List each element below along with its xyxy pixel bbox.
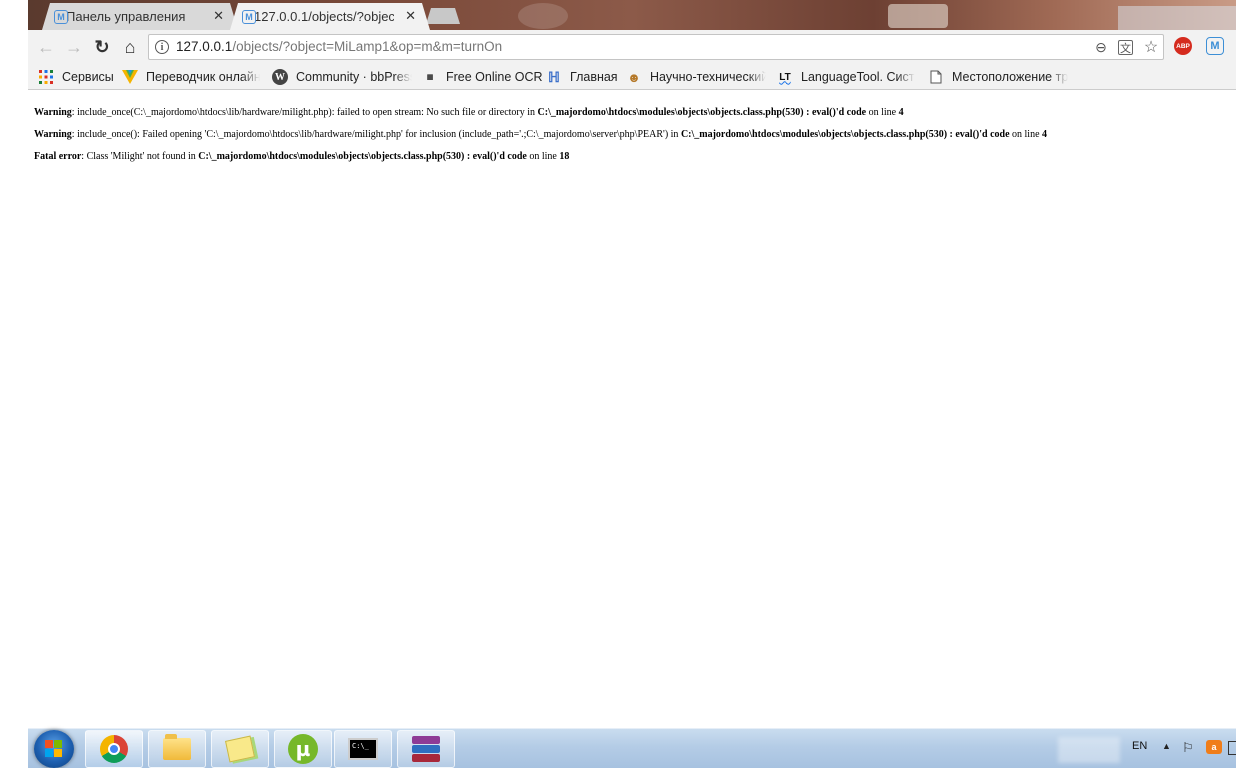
sticky-notes-icon bbox=[224, 735, 256, 763]
tab-label: 127.0.0.1/objects/?object=MiLamp1&op=m&m… bbox=[254, 9, 394, 24]
background-decoration bbox=[888, 4, 948, 28]
forward-arrow-icon[interactable]: → bbox=[64, 37, 84, 57]
error-path: C:\_majordomo\htdocs\modules\objects\obj… bbox=[198, 151, 527, 162]
background-decoration bbox=[518, 3, 568, 29]
php-fatal-error: Fatal error: Class 'Milight' not found i… bbox=[34, 151, 569, 162]
error-text: : Class 'Milight' not found in bbox=[81, 151, 199, 162]
taskbar-sticky-notes[interactable] bbox=[211, 730, 269, 768]
error-line: 18 bbox=[559, 151, 570, 162]
bookmark-label: Главная bbox=[570, 70, 618, 84]
browser-toolbar: ← → ↻ ⌂ i 127.0.0.1/objects/?object=MiLa… bbox=[28, 30, 1236, 64]
translate-icon[interactable]: 文 bbox=[1118, 40, 1133, 55]
error-path: C:\_majordomo\htdocs\modules\objects\obj… bbox=[680, 129, 1010, 140]
taskbar-cmd[interactable]: C:\_ bbox=[334, 730, 392, 768]
error-label: Warning bbox=[34, 129, 72, 140]
error-suffix: on line bbox=[866, 107, 899, 118]
taskbar-chrome[interactable] bbox=[85, 730, 143, 768]
error-line: 4 bbox=[898, 107, 904, 118]
home-icon[interactable]: ⌂ bbox=[120, 37, 140, 57]
bookmark-translator[interactable]: Переводчик онлайн bbox=[122, 68, 260, 86]
majordomo-favicon-icon: M bbox=[242, 10, 256, 24]
tab-strip: M Панель управления ✕ M 127.0.0.1/object… bbox=[28, 0, 1236, 30]
background-decoration bbox=[1118, 6, 1236, 30]
language-indicator[interactable]: EN bbox=[1132, 740, 1147, 752]
error-path: C:\_majordomo\htdocs\modules\objects\obj… bbox=[537, 107, 867, 118]
utorrent-icon: µ bbox=[288, 734, 318, 764]
bookmarks-bar: Сервисы Переводчик онлайн W Community · … bbox=[28, 64, 1236, 90]
bookmark-star-icon[interactable]: ☆ bbox=[1143, 39, 1159, 56]
text-fade bbox=[242, 68, 260, 86]
new-tab-button[interactable] bbox=[426, 8, 460, 24]
explorer-icon bbox=[163, 734, 191, 760]
adblock-plus-icon[interactable]: ABP bbox=[1174, 37, 1192, 55]
bookmark-label: Free Online OCR bbox=[446, 70, 543, 84]
error-suffix: on line bbox=[526, 151, 560, 162]
text-fade bbox=[394, 68, 412, 86]
text-fade bbox=[897, 68, 915, 86]
show-hidden-icons-arrow-icon[interactable]: ▲ bbox=[1162, 741, 1171, 751]
ocr-icon: ▦ bbox=[426, 73, 434, 81]
error-line: 4 bbox=[1042, 129, 1048, 140]
reload-icon[interactable]: ↻ bbox=[92, 37, 112, 57]
tray-hidden-area bbox=[1058, 737, 1120, 763]
bookmark-location[interactable]: Местоположение тр bbox=[928, 68, 1068, 86]
taskbar-winrar[interactable] bbox=[397, 730, 455, 768]
back-arrow-icon[interactable]: ← bbox=[36, 37, 56, 57]
bookmark-languagetool[interactable]: LT LanguageTool. Систе bbox=[777, 68, 915, 86]
desktop-edge bbox=[0, 0, 28, 768]
bookmark-scientific[interactable]: ☻ Научно-технический bbox=[626, 68, 766, 86]
error-text: : include_once(): Failed opening 'C:\_ma… bbox=[71, 129, 681, 140]
start-button[interactable] bbox=[34, 730, 74, 768]
error-suffix: on line bbox=[1009, 129, 1043, 140]
taskbar-explorer[interactable] bbox=[148, 730, 206, 768]
apps-icon bbox=[38, 69, 54, 85]
url-text[interactable]: 127.0.0.1/objects/?object=MiLamp1&op=m&m… bbox=[176, 39, 502, 54]
tab-objects-page[interactable]: M 127.0.0.1/objects/?object=MiLamp1&op=m… bbox=[230, 3, 430, 30]
tab-label: Панель управления bbox=[66, 9, 186, 24]
tab-close-icon[interactable]: ✕ bbox=[213, 8, 224, 24]
php-warning-2: Warning: include_once(): Failed opening … bbox=[34, 129, 1047, 140]
url-host: 127.0.0.1 bbox=[176, 39, 233, 54]
taskbar-utorrent[interactable]: µ bbox=[274, 730, 332, 768]
habr-icon: ℍ bbox=[548, 68, 560, 85]
site-info-icon[interactable]: i bbox=[155, 40, 169, 54]
error-label: Warning bbox=[34, 107, 72, 118]
tab-control-panel[interactable]: M Панель управления ✕ bbox=[42, 3, 238, 30]
bookmark-main[interactable]: ℍ Главная bbox=[546, 68, 618, 86]
action-center-flag-icon[interactable]: ⚐ bbox=[1182, 740, 1194, 756]
majordomo-favicon-icon: M bbox=[54, 10, 68, 24]
majordomo-extension-icon[interactable]: M bbox=[1206, 37, 1224, 55]
error-label: Fatal error bbox=[34, 151, 82, 162]
address-bar[interactable]: i 127.0.0.1/objects/?object=MiLamp1&op=m… bbox=[148, 34, 1164, 60]
languagetool-icon: LT bbox=[779, 71, 791, 83]
bookmark-services[interactable]: Сервисы bbox=[38, 68, 114, 86]
browser-window: M Панель управления ✕ M 127.0.0.1/object… bbox=[28, 0, 1236, 728]
chrome-icon bbox=[100, 735, 128, 763]
translator-icon bbox=[122, 69, 138, 85]
bookmark-label: Сервисы bbox=[62, 70, 114, 84]
tab-close-icon[interactable]: ✕ bbox=[405, 8, 416, 24]
page-content: Warning: include_once(C:\_majordomo\htdo… bbox=[28, 91, 1236, 728]
tray-overflow-icon[interactable] bbox=[1228, 741, 1236, 755]
winrar-icon bbox=[412, 736, 440, 762]
antivirus-icon[interactable]: a bbox=[1206, 740, 1222, 754]
system-tray: EN ▲ ⚐ a bbox=[1058, 729, 1236, 768]
text-fade bbox=[748, 68, 766, 86]
bookmark-free-ocr[interactable]: ▦ Free Online OCR bbox=[422, 68, 543, 86]
error-text: : include_once(C:\_majordomo\htdocs\lib/… bbox=[71, 107, 538, 118]
page-icon bbox=[928, 69, 944, 85]
url-path: /objects/?object=MiLamp1&op=m&m=turnOn bbox=[232, 39, 503, 54]
windows-taskbar: µ C:\_ EN ▲ ⚐ a bbox=[28, 728, 1236, 768]
zoom-icon[interactable]: ⊖ bbox=[1093, 39, 1109, 55]
bookmark-bbpress[interactable]: W Community · bbPress bbox=[272, 68, 412, 86]
windows-logo-icon bbox=[45, 740, 63, 758]
wordpress-icon: W bbox=[272, 69, 288, 85]
php-warning-1: Warning: include_once(C:\_majordomo\htdo… bbox=[34, 107, 904, 118]
people-icon: ☻ bbox=[627, 69, 641, 85]
cmd-icon: C:\_ bbox=[348, 738, 378, 760]
text-fade bbox=[1050, 68, 1068, 86]
